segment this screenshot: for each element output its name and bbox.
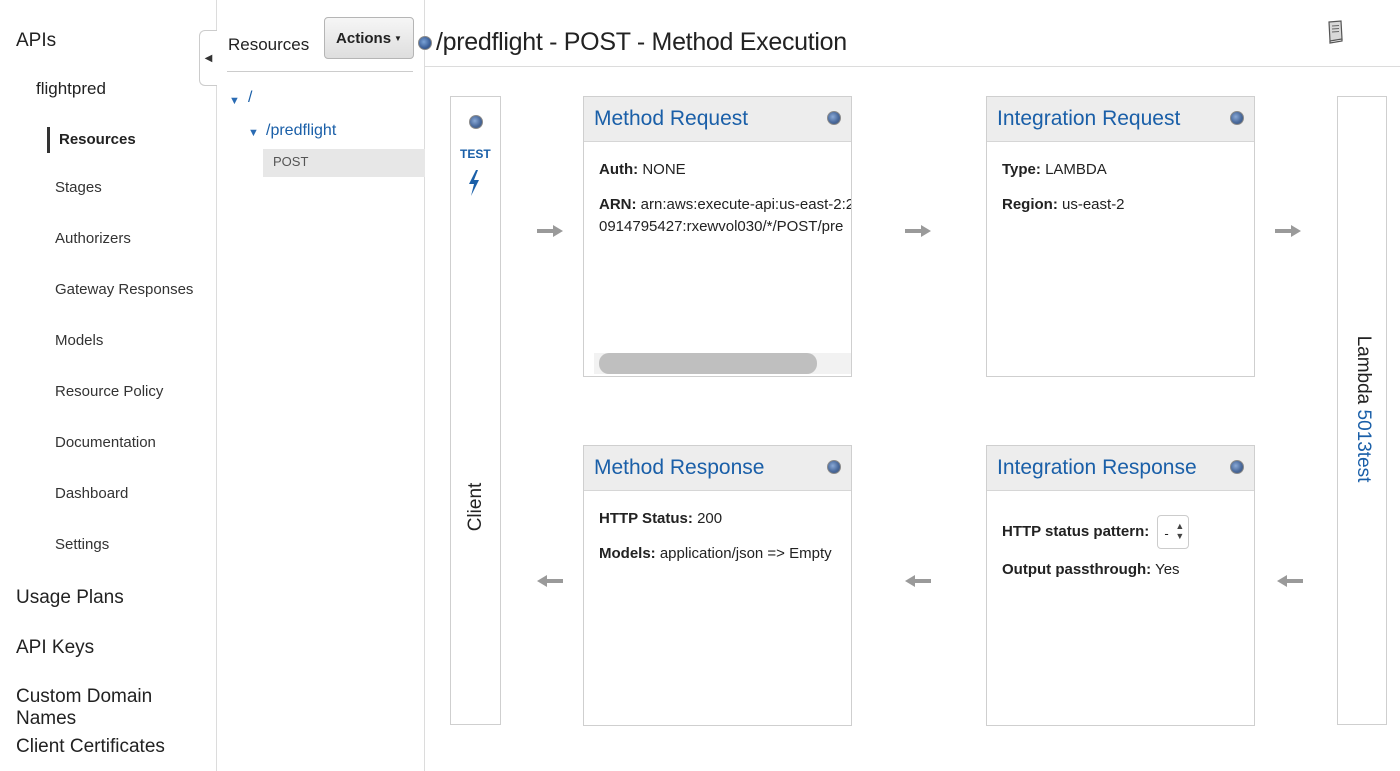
nav-item-settings[interactable]: Settings — [55, 536, 109, 553]
arrow-left-icon — [905, 575, 931, 587]
collapse-panel-button[interactable]: ◀ — [199, 30, 217, 86]
region-row: Region: us-east-2 — [1002, 194, 1254, 216]
region-value: us-east-2 — [1062, 196, 1125, 213]
method-request-link[interactable]: Method Request — [594, 107, 748, 131]
arrow-right-icon — [905, 225, 931, 237]
client-label: Client — [465, 482, 486, 532]
select-arrows-icon: ▲ ▼ — [1175, 521, 1185, 541]
client-column: TEST Client — [450, 96, 501, 725]
arrow-right-icon — [537, 225, 563, 237]
nav-item-stages[interactable]: Stages — [55, 179, 102, 196]
nav-client-certificates[interactable]: Client Certificates — [16, 736, 165, 758]
nav-custom-domain-names[interactable]: Custom Domain Names — [16, 686, 216, 730]
lambda-prefix: Lambda — [1353, 335, 1374, 405]
lambda-column: Lambda 5013test — [1337, 96, 1387, 725]
region-label: Region: — [1002, 196, 1058, 213]
resources-panel-title: Resources — [228, 35, 310, 54]
models-row: Models: application/json => Empty — [599, 543, 851, 565]
actions-button[interactable]: Actions ▼ — [324, 17, 414, 59]
actions-button-label: Actions — [336, 29, 392, 47]
chevron-left-icon: ◀ — [204, 52, 213, 64]
type-value: LAMBDA — [1045, 161, 1107, 178]
models-value: application/json => Empty — [659, 545, 832, 562]
status-pattern-row: HTTP status pattern: - ▲ ▼ — [1002, 515, 1254, 549]
caret-down-icon[interactable]: ▼ — [248, 127, 259, 139]
lambda-function-link[interactable]: 5013test — [1353, 410, 1374, 483]
caret-down-icon: ▼ — [394, 33, 402, 43]
horizontal-scrollbar[interactable] — [599, 353, 817, 374]
nav-usage-plans[interactable]: Usage Plans — [16, 587, 124, 609]
integration-response-link[interactable]: Integration Response — [997, 456, 1197, 480]
resources-panel: Resources Actions ▼ ▼ / ▼ /predflight PO… — [217, 0, 425, 771]
card-header: Integration Response — [987, 446, 1254, 491]
type-row: Type: LAMBDA — [1002, 159, 1254, 181]
arrow-right-icon — [1275, 225, 1301, 237]
bolt-icon[interactable] — [467, 169, 481, 202]
page-title: /predflight - POST - Method Execution — [436, 28, 847, 56]
auth-value: NONE — [642, 161, 686, 178]
lambda-label: Lambda 5013test — [1352, 336, 1374, 483]
integration-response-card: Integration Response HTTP status pattern… — [986, 445, 1255, 726]
http-status-row: HTTP Status: 200 — [599, 508, 851, 530]
output-passthrough-label: Output passthrough: — [1002, 561, 1152, 578]
arrow-left-icon — [537, 575, 563, 587]
settings-dot-icon[interactable] — [827, 460, 841, 474]
settings-dot-icon[interactable] — [827, 111, 841, 125]
status-pattern-value: - — [1164, 526, 1169, 541]
integration-request-link[interactable]: Integration Request — [997, 107, 1180, 131]
http-status-label: HTTP Status: — [599, 510, 693, 527]
left-nav: APIs flightpred Resources Stages Authori… — [0, 0, 217, 771]
models-label: Models: — [599, 545, 656, 562]
nav-apis[interactable]: APIs — [16, 30, 56, 52]
method-request-card: Method Request Auth: NONE ARN: arn:aws:e… — [583, 96, 852, 377]
nav-item-gateway-responses[interactable]: Gateway Responses — [55, 281, 193, 298]
card-header: Method Request — [584, 97, 851, 142]
nav-api-flightpred[interactable]: flightpred — [36, 79, 106, 99]
card-header: Method Response — [584, 446, 851, 491]
card-header: Integration Request — [987, 97, 1254, 142]
auth-row: Auth: NONE — [599, 159, 851, 181]
output-passthrough-row: Output passthrough: Yes — [1002, 559, 1254, 581]
book-icon[interactable] — [1325, 20, 1345, 44]
nav-item-resource-policy[interactable]: Resource Policy — [55, 383, 163, 400]
tree-node-post-method[interactable]: POST — [263, 149, 425, 177]
integration-request-card: Integration Request Type: LAMBDA Region:… — [986, 96, 1255, 377]
title-divider — [425, 66, 1400, 67]
nav-item-authorizers[interactable]: Authorizers — [55, 230, 131, 247]
type-label: Type: — [1002, 161, 1041, 178]
nav-item-dashboard[interactable]: Dashboard — [55, 485, 128, 502]
arn-value: arn:aws:execute-api:us-east-2:2309147954… — [599, 196, 852, 235]
nav-api-keys[interactable]: API Keys — [16, 637, 94, 659]
tree-node-root[interactable]: / — [248, 89, 252, 107]
test-button[interactable]: TEST — [460, 147, 491, 161]
output-passthrough-value: Yes — [1155, 561, 1180, 578]
arrow-left-icon — [1277, 575, 1303, 587]
nav-item-documentation[interactable]: Documentation — [55, 434, 156, 451]
arn-label: ARN: — [599, 196, 637, 213]
caret-down-icon[interactable]: ▼ — [229, 95, 240, 107]
resources-divider — [227, 71, 413, 72]
tree-node-predflight[interactable]: /predflight — [266, 122, 336, 140]
nav-item-models[interactable]: Models — [55, 332, 103, 349]
method-response-card: Method Response HTTP Status: 200 Models:… — [583, 445, 852, 726]
settings-dot-icon[interactable] — [1230, 111, 1244, 125]
nav-item-resources[interactable]: Resources — [47, 127, 136, 153]
status-pattern-select[interactable]: - ▲ ▼ — [1157, 515, 1190, 549]
arn-row: ARN: arn:aws:execute-api:us-east-2:23091… — [599, 194, 852, 238]
settings-dot-icon[interactable] — [418, 36, 432, 50]
status-pattern-label: HTTP status pattern: — [1002, 522, 1150, 540]
method-response-link[interactable]: Method Response — [594, 456, 764, 480]
settings-dot-icon[interactable] — [1230, 460, 1244, 474]
auth-label: Auth: — [599, 161, 639, 178]
settings-dot-icon[interactable] — [469, 115, 483, 129]
http-status-value: 200 — [697, 510, 723, 527]
